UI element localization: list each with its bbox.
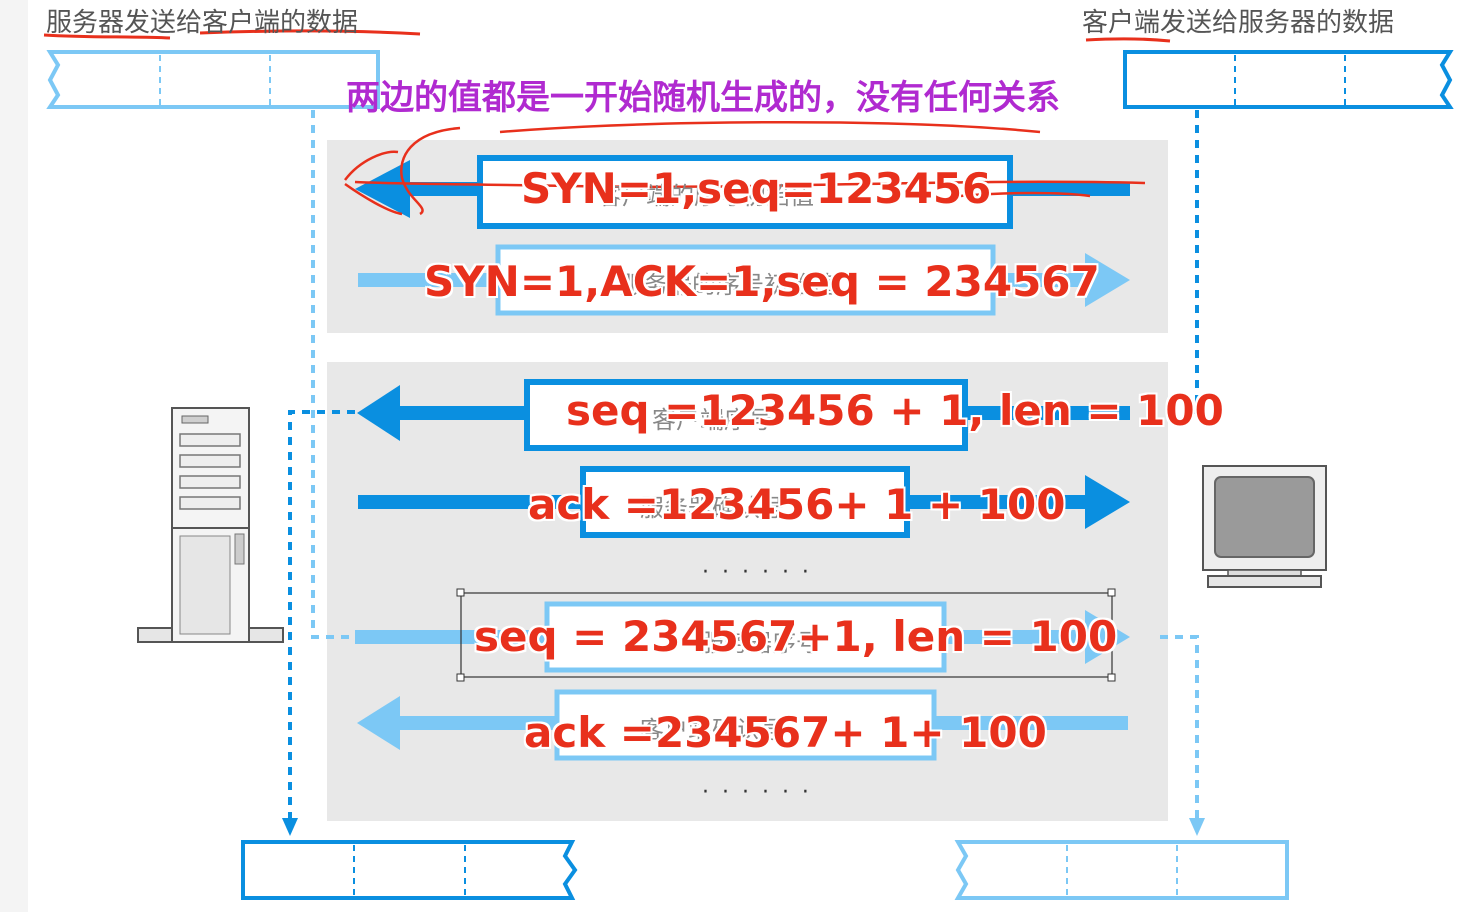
msg3-annotation: seq =123456 + 1, len = 100 — [566, 386, 1224, 435]
ellipsis-2: · · · · · · — [702, 780, 812, 805]
computer-monitor-icon — [1202, 465, 1327, 588]
msg1-annotation: SYN=1,seq=123456 — [521, 164, 992, 213]
client-data-label: 客户端发送给服务器的数据 — [1082, 8, 1395, 38]
server-data-label: 服务器发送给客户端的数据 — [46, 8, 359, 38]
down-arrow-right — [1189, 818, 1205, 836]
msg2-annotation: SYN=1,ACK=1,seq = 234567 — [424, 257, 1100, 306]
msg5-annotation: seq = 234567+1, len = 100 — [474, 612, 1118, 661]
server-data-buffer-top — [46, 50, 380, 109]
diagram-graphics — [43, 29, 1454, 900]
headline-annotation: 两边的值都是一开始随机生成的，没有任何关系 — [346, 78, 1060, 118]
server-data-buffer-bottom — [241, 840, 578, 900]
client-data-buffer-bottom — [954, 840, 1289, 900]
ellipsis-1: · · · · · · — [702, 560, 812, 585]
msg4-annotation: ack =123456+ 1 + 100 — [528, 480, 1066, 529]
msg6-annotation: ack =234567+ 1+ 100 — [524, 708, 1047, 757]
client-data-buffer-top — [1123, 50, 1454, 109]
server-icon — [137, 407, 284, 643]
underline-client-label — [1085, 37, 1171, 43]
down-arrow-left — [282, 818, 298, 836]
